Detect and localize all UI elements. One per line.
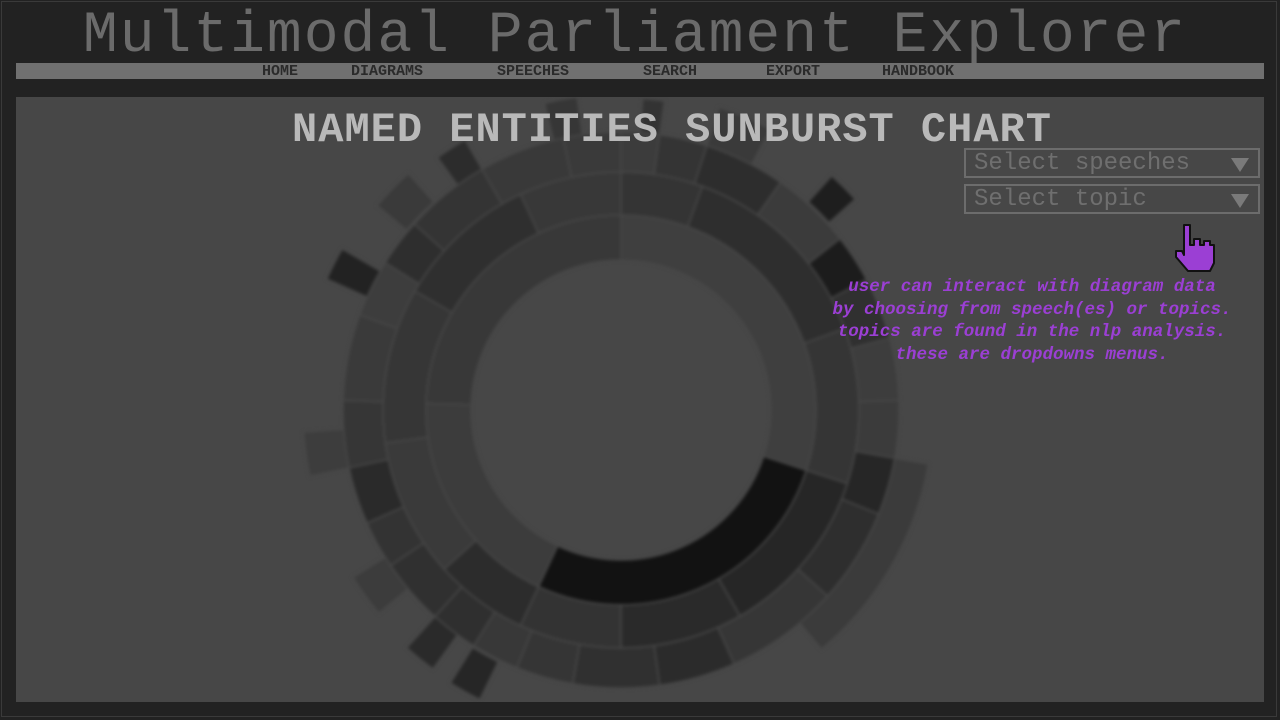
nav-bar: HOME DIAGRAMS SPEECHES SEARCH EXPORT HAN… (16, 63, 1264, 80)
select-topic-dropdown[interactable]: Select topic (964, 184, 1260, 214)
sunburst-segment[interactable] (854, 399, 900, 460)
interaction-note: user can interact with diagram data by c… (800, 276, 1264, 366)
nav-item-search[interactable]: SEARCH (643, 63, 697, 80)
sunburst-segment[interactable] (571, 643, 661, 689)
app-title: Multimodal Parliament Explorer (82, 4, 1188, 69)
nav-item-home[interactable]: HOME (262, 63, 298, 80)
nav-item-speeches[interactable]: SPEECHES (497, 63, 569, 80)
select-speeches-placeholder: Select speeches (974, 150, 1191, 177)
nav-item-export[interactable]: EXPORT (766, 63, 820, 80)
nav-item-handbook[interactable]: HANDBOOK (882, 63, 954, 80)
select-topic-placeholder: Select topic (974, 186, 1147, 213)
note-line: these are dropdowns menus. (895, 344, 1169, 365)
diagram-panel: NAMED ENTITIES SUNBURST CHART Select spe… (16, 97, 1264, 702)
nav-item-diagrams[interactable]: DIAGRAMS (351, 63, 423, 80)
note-line: topics are found in the nlp analysis. (837, 322, 1227, 342)
note-line: user can interact with diagram data (848, 277, 1216, 297)
sunburst-segment[interactable] (342, 399, 390, 469)
sunburst-segment[interactable] (302, 428, 350, 478)
note-line: by choosing from speech(es) or topics. (832, 299, 1232, 320)
triangle-down-icon (1231, 158, 1249, 172)
select-speeches-dropdown[interactable]: Select speeches (964, 148, 1260, 178)
triangle-down-icon (1231, 194, 1249, 208)
pointing-hand-cursor-icon (1175, 224, 1215, 272)
